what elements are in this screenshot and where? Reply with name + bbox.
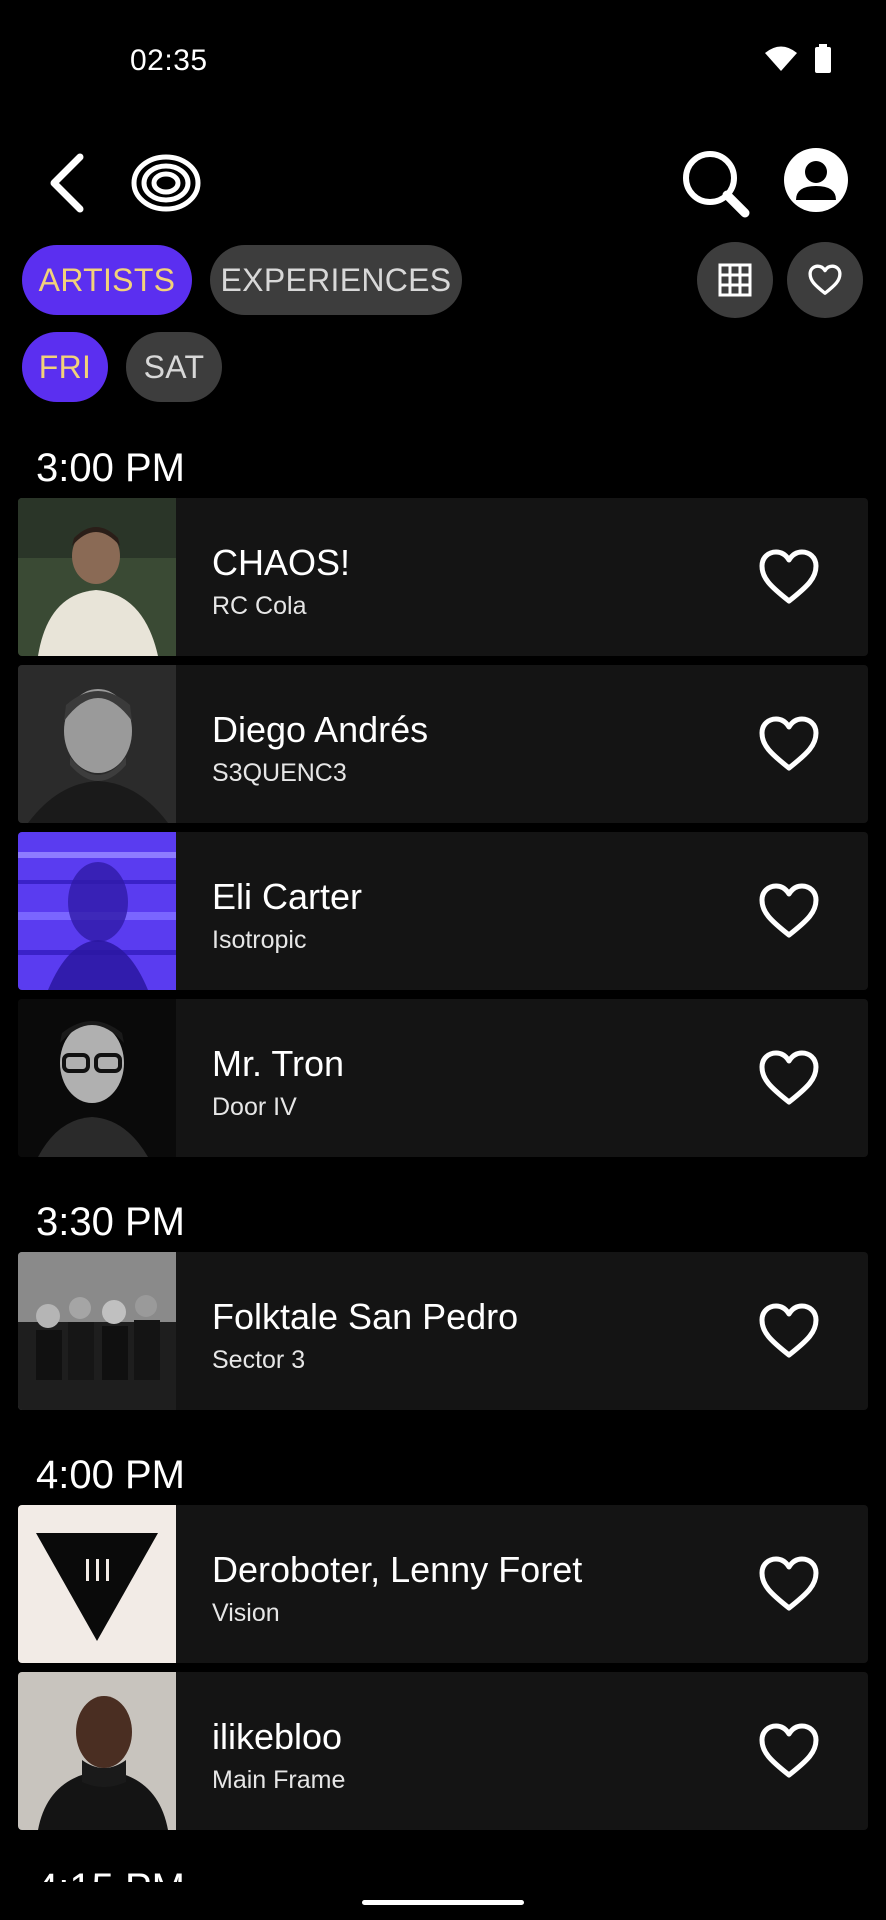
artist-name: Deroboter, Lenny Foret <box>212 1549 583 1590</box>
favorites-filter-button[interactable] <box>787 242 863 318</box>
search-icon <box>683 151 750 218</box>
stage-name: Main Frame <box>212 1766 346 1794</box>
app-screen: 02:35 ARTISTS EXPERIENCES FRI SAT 3:00 P… <box>0 0 886 1920</box>
time-slot-heading: 3:00 PM <box>36 446 185 490</box>
artist-name: ilikebloo <box>212 1716 343 1757</box>
stage-name: Vision <box>212 1599 280 1627</box>
time-slot-heading: 4:00 PM <box>36 1453 185 1497</box>
lineup-row[interactable]: Deroboter, Lenny Foret Vision <box>18 1505 868 1663</box>
favorite-heart-icon[interactable] <box>758 1722 820 1780</box>
lineup-row[interactable]: Mr. Tron Door IV <box>18 999 868 1157</box>
lineup-row[interactable]: Eli Carter Isotropic <box>18 832 868 990</box>
lineup-row[interactable]: CHAOS! RC Cola <box>18 498 868 656</box>
stage-name: Sector 3 <box>212 1346 306 1374</box>
artist-name: CHAOS! <box>212 542 351 583</box>
time-slot-heading-partial: 4:15 PM <box>36 1868 185 1882</box>
status-icons <box>764 44 832 74</box>
tab-artists[interactable]: ARTISTS <box>22 245 192 315</box>
grid-view-button[interactable] <box>697 242 773 318</box>
artist-photo <box>18 1672 176 1830</box>
home-logo-button[interactable] <box>128 148 204 218</box>
artist-photo <box>18 832 176 990</box>
lineup-row[interactable]: Diego Andrés S3QUENC3 <box>18 665 868 823</box>
search-button[interactable] <box>676 144 756 224</box>
artist-name: Mr. Tron <box>212 1043 345 1084</box>
artist-photo <box>18 999 176 1157</box>
lineup-row[interactable]: ilikebloo Main Frame <box>18 1672 868 1830</box>
artist-photo <box>18 498 176 656</box>
artist-photo <box>18 1505 176 1663</box>
concentric-rings-logo <box>131 154 201 212</box>
favorite-heart-icon[interactable] <box>758 1555 820 1613</box>
stage-name: S3QUENC3 <box>212 759 347 787</box>
grid-icon <box>718 263 752 297</box>
stage-name: Isotropic <box>212 926 307 954</box>
battery-icon <box>815 44 831 73</box>
profile-button[interactable] <box>780 144 852 216</box>
favorite-heart-icon[interactable] <box>758 548 820 606</box>
day-fri[interactable]: FRI <box>22 332 108 402</box>
tab-experiences[interactable]: EXPERIENCES <box>210 245 462 315</box>
time-slot-heading: 3:30 PM <box>36 1200 185 1244</box>
status-time: 02:35 <box>130 44 208 77</box>
artist-name: Eli Carter <box>212 876 363 917</box>
artist-name: Folktale San Pedro <box>212 1296 519 1337</box>
favorite-heart-icon[interactable] <box>758 1302 820 1360</box>
back-button[interactable] <box>36 148 96 218</box>
stage-name: Door IV <box>212 1093 297 1121</box>
lineup-row[interactable]: Folktale San Pedro Sector 3 <box>18 1252 868 1410</box>
day-sat[interactable]: SAT <box>126 332 222 402</box>
favorite-heart-icon[interactable] <box>758 1049 820 1107</box>
home-indicator[interactable] <box>362 1900 524 1905</box>
favorite-heart-icon[interactable] <box>758 715 820 773</box>
stage-name: RC Cola <box>212 592 307 620</box>
profile-icon <box>784 148 848 212</box>
artist-photo <box>18 665 176 823</box>
heart-icon <box>808 264 842 295</box>
wifi-icon <box>765 46 797 71</box>
favorite-heart-icon[interactable] <box>758 882 820 940</box>
back-chevron-icon <box>50 153 84 213</box>
artist-photo <box>18 1252 176 1410</box>
artist-name: Diego Andrés <box>212 709 429 750</box>
